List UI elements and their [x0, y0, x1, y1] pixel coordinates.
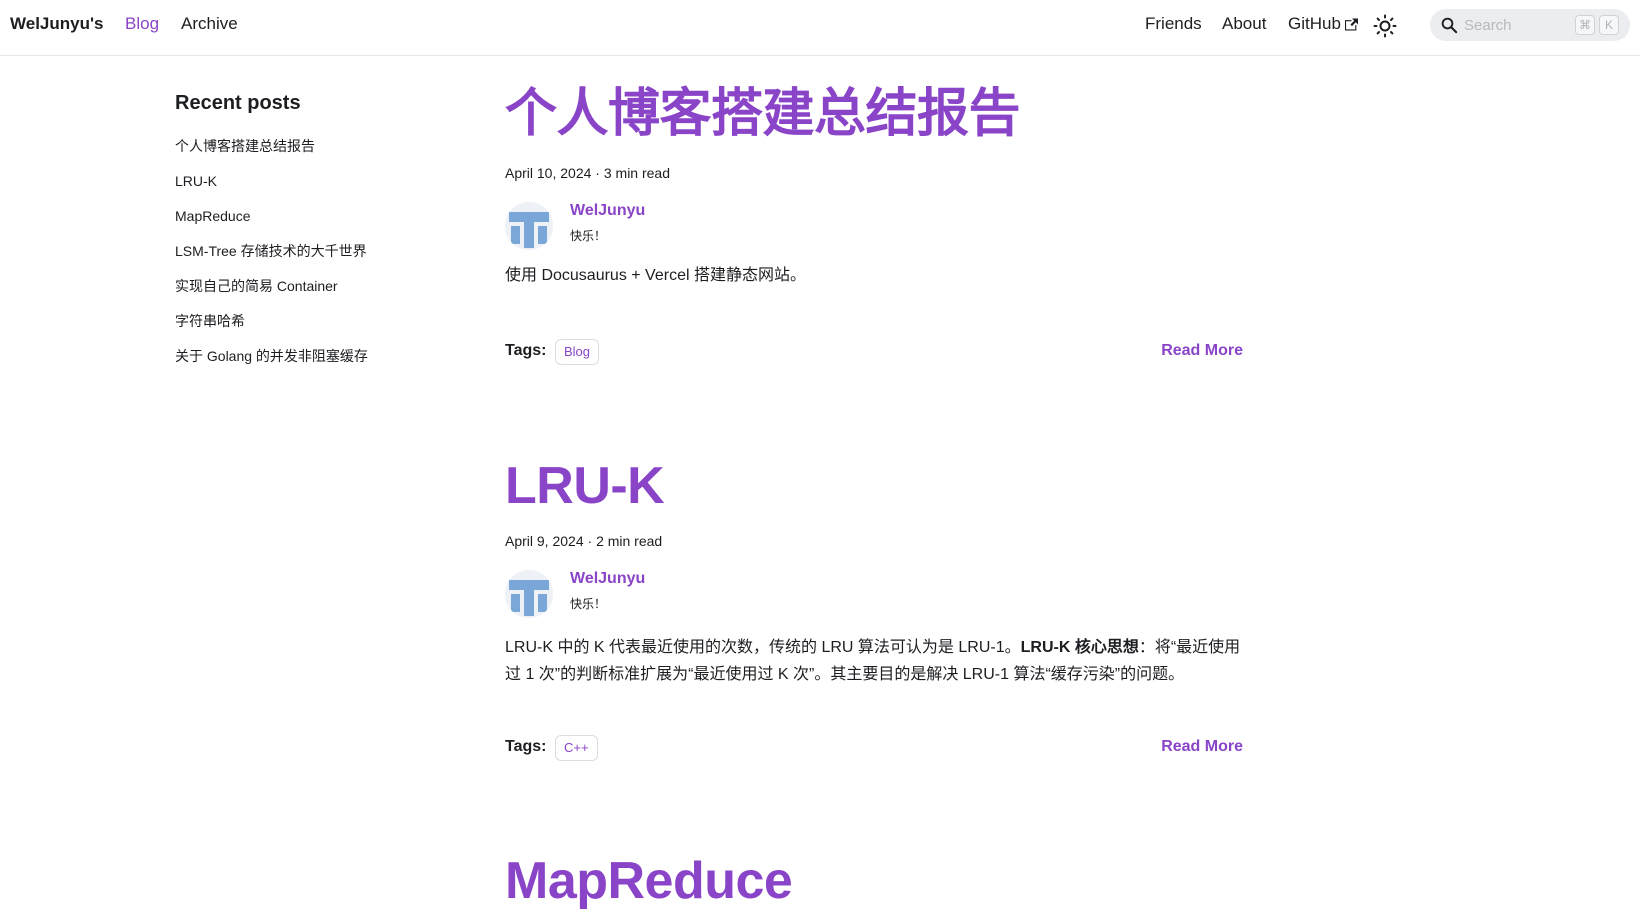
search-icon: [1440, 16, 1458, 39]
nav-friends-link[interactable]: Friends: [1145, 14, 1202, 34]
blog-post: 个人博客搭建总结报告 April 10, 2024 · 3 min read W…: [505, 84, 1243, 384]
blog-post: MapReduce: [505, 851, 1243, 916]
search-input[interactable]: [1464, 13, 1574, 37]
sidebar-title: Recent posts: [175, 92, 301, 114]
tag-cpp[interactable]: C++: [555, 735, 598, 761]
post-meta: April 10, 2024 · 3 min read: [505, 165, 670, 181]
post-summary: 使用 Docusaurus + Vercel 搭建静态网站。: [505, 267, 806, 284]
brand-link[interactable]: WelJunyu's: [10, 14, 103, 34]
sidebar-item-lru-k[interactable]: LRU-K: [175, 173, 217, 189]
sidebar-item-string-hash[interactable]: 字符串哈希: [175, 313, 245, 329]
tag-blog[interactable]: Blog: [555, 339, 600, 365]
author-name-link[interactable]: WelJunyu: [570, 202, 645, 220]
author-subtitle: 快乐！: [570, 597, 607, 611]
sidebar-item-container[interactable]: 实现自己的简易 Container: [175, 278, 338, 294]
sidebar-item-golang-cache[interactable]: 关于 Golang 的并发非阻塞缓存: [175, 348, 368, 364]
tags-label: Tags:: [505, 342, 547, 359]
kbd-k-key: K: [1599, 15, 1619, 35]
sun-icon: [1373, 14, 1397, 41]
post-date: April 10, 2024: [505, 165, 592, 181]
post-title-link[interactable]: 个人博客搭建总结报告: [505, 84, 1021, 144]
theme-toggle-button[interactable]: [1370, 12, 1400, 42]
avatar[interactable]: [505, 202, 553, 250]
tags-label: Tags:: [505, 738, 547, 755]
github-label: GitHub: [1288, 14, 1341, 33]
search-box[interactable]: ⌘ K: [1430, 9, 1630, 41]
post-read-time: 2 min read: [596, 533, 663, 549]
summary-emphasis: LRU-K 核心思想: [1020, 639, 1139, 656]
meta-separator: ·: [583, 533, 597, 549]
summary-text: LRU-K 中的 K 代表最近使用的次数，传统的 LRU 算法可认为是 LRU-…: [505, 639, 1021, 656]
nav-about-link[interactable]: About: [1222, 14, 1266, 34]
meta-separator: ·: [591, 165, 604, 181]
sidebar-item-mapreduce[interactable]: MapReduce: [175, 208, 251, 224]
post-footer: Tags: C++ Read More: [505, 733, 1243, 763]
blog-post: LRU-K April 9, 2024 · 2 min read WelJuny…: [505, 456, 1243, 776]
post-title-link[interactable]: MapReduce: [505, 851, 793, 911]
post-footer: Tags: Blog Read More: [505, 337, 1243, 367]
nav-blog-link[interactable]: Blog: [125, 14, 159, 34]
navbar: WelJunyu's Blog Archive Friends About Gi…: [0, 0, 1640, 56]
sidebar-item-blog-report[interactable]: 个人博客搭建总结报告: [175, 138, 315, 154]
external-link-icon: [1344, 16, 1358, 36]
recent-posts-list: 个人博客搭建总结报告 LRU-K MapReduce LSM-Tree 存储技术…: [175, 136, 368, 381]
post-meta: April 9, 2024 · 2 min read: [505, 533, 662, 549]
nav-github-link[interactable]: GitHub: [1288, 14, 1358, 34]
kbd-command-key: ⌘: [1575, 15, 1595, 35]
post-summary: LRU-K 中的 K 代表最近使用的次数，传统的 LRU 算法可认为是 LRU-…: [505, 634, 1243, 688]
post-date: April 9, 2024: [505, 533, 584, 549]
post-title-link[interactable]: LRU-K: [505, 456, 665, 516]
avatar[interactable]: [505, 570, 553, 618]
nav-archive-link[interactable]: Archive: [181, 14, 238, 34]
read-more-link[interactable]: Read More: [1161, 342, 1243, 360]
author-subtitle: 快乐！: [570, 229, 607, 243]
read-more-link[interactable]: Read More: [1161, 738, 1243, 756]
sidebar-item-lsm-tree[interactable]: LSM-Tree 存储技术的大千世界: [175, 243, 367, 259]
post-read-time: 3 min read: [603, 165, 671, 181]
author-name-link[interactable]: WelJunyu: [570, 570, 645, 588]
